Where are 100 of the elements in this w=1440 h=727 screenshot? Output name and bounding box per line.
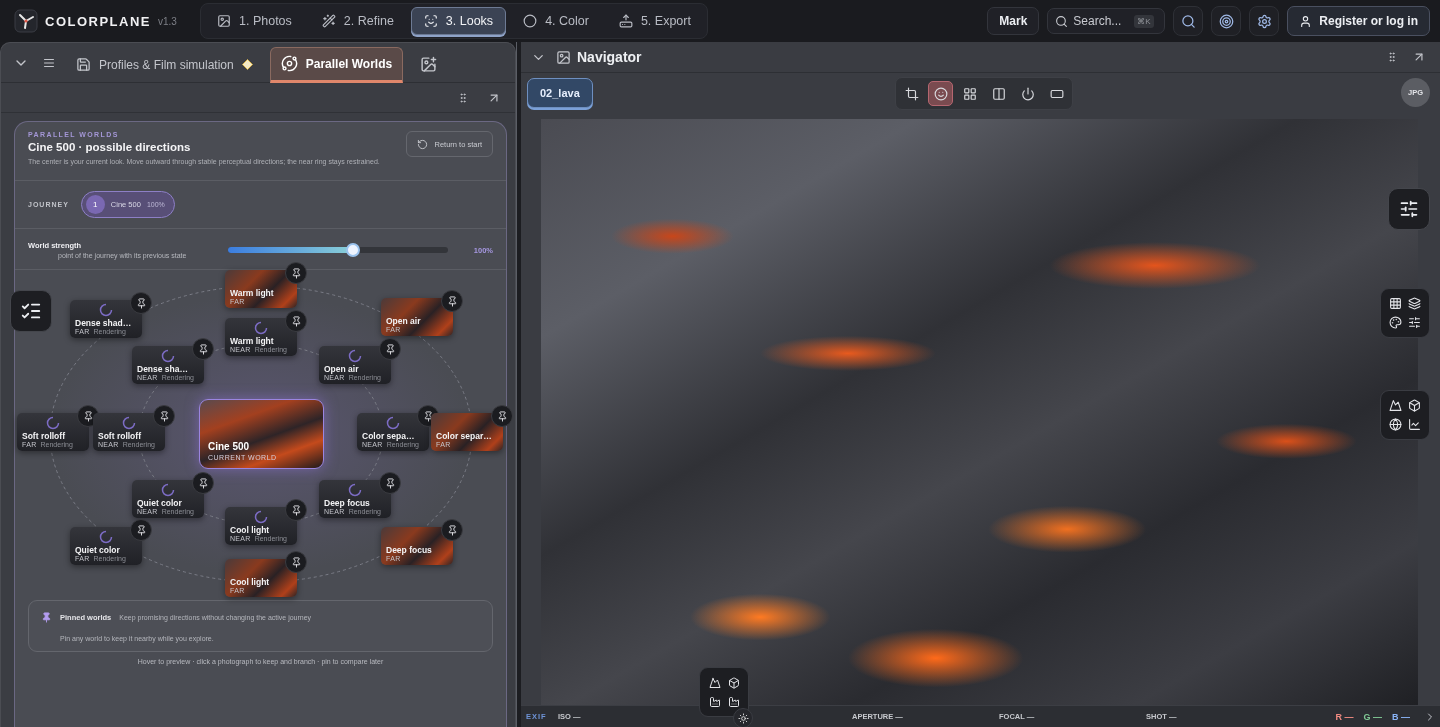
app-name: COLORPLANE [45, 13, 151, 29]
pin-icon [290, 315, 302, 327]
step-tab[interactable]: 5. Export [605, 7, 704, 35]
settings-button[interactable] [1249, 6, 1280, 36]
channel-reading: R — [1335, 711, 1354, 722]
step-tab[interactable]: 3. Looks [410, 7, 507, 35]
palette-button[interactable] [1388, 315, 1403, 330]
wand-icon [321, 14, 336, 28]
grid-icon [962, 86, 977, 101]
diamond-icon [241, 59, 253, 70]
orbit-icon [280, 55, 298, 72]
pin-button[interactable] [285, 310, 307, 333]
grip-icon [1386, 51, 1398, 63]
target-button[interactable] [1211, 6, 1242, 36]
pin-button[interactable] [192, 472, 214, 495]
pin-button[interactable] [130, 292, 152, 315]
pin-icon [446, 295, 458, 307]
pin-button[interactable] [441, 290, 463, 313]
shortcut-hint: ⌘K [1134, 14, 1154, 28]
panel-tab[interactable]: Parallel Worlds [269, 46, 404, 83]
mountain-button[interactable] [707, 675, 722, 690]
slider-thumb[interactable] [346, 243, 361, 258]
reset-icon [417, 138, 429, 150]
pin-icon [290, 267, 302, 279]
step-tab[interactable]: 4. Color [510, 7, 602, 35]
dot-icon [523, 14, 538, 28]
pin-icon [158, 410, 170, 422]
power-icon [1020, 86, 1035, 101]
mountain-icon [708, 676, 721, 689]
grip-icon [457, 91, 469, 104]
photo-icon [217, 14, 231, 28]
factory-button[interactable] [726, 694, 741, 709]
pin-icon [82, 410, 94, 422]
search-button[interactable] [1173, 6, 1204, 36]
document-icon [76, 57, 91, 72]
layers-button[interactable] [1407, 296, 1422, 311]
channel-reading: B — [1392, 711, 1410, 722]
pin-button[interactable] [130, 519, 152, 542]
user-button[interactable]: Mark [987, 7, 1040, 35]
target-icon [1218, 13, 1234, 29]
loading-spinner-icon [161, 483, 175, 498]
step-tab[interactable]: 1. Photos [204, 7, 305, 35]
pin-button[interactable] [379, 472, 401, 495]
loading-spinner-icon [348, 349, 362, 364]
loading-spinner-icon [99, 530, 113, 545]
layers-icon [1408, 297, 1421, 310]
pin-icon [384, 477, 396, 489]
loading-spinner-icon [161, 349, 175, 364]
view-tool-button[interactable] [928, 81, 953, 106]
sliders-button[interactable] [1407, 315, 1422, 330]
pin-icon [290, 504, 302, 516]
panel-toggle-button[interactable] [1388, 188, 1430, 230]
pin-icon [384, 343, 396, 355]
search-field[interactable]: Search... ⌘K [1047, 8, 1166, 34]
globe-button[interactable] [1388, 417, 1403, 432]
login-button[interactable]: Register or log in [1287, 6, 1430, 36]
cube-icon [727, 676, 740, 689]
user-icon [1299, 14, 1313, 28]
pin-icon [197, 343, 209, 355]
pin-button[interactable] [441, 519, 463, 542]
step-tab[interactable]: 2. Refine [308, 7, 407, 35]
grid-icon [1389, 297, 1402, 310]
sun-icon [737, 712, 749, 724]
file-tab[interactable]: 02_lava [527, 77, 593, 108]
loading-spinner-icon [386, 416, 400, 431]
cube-button[interactable] [1407, 398, 1422, 413]
pin-icon [135, 297, 147, 309]
checklist-button[interactable] [10, 290, 52, 332]
chart-button[interactable] [1407, 417, 1422, 432]
channel-reading: G — [1363, 711, 1382, 722]
image-icon [556, 49, 571, 65]
pin-button[interactable] [379, 338, 401, 361]
pinwheel-logo [14, 9, 38, 33]
pin-button[interactable] [153, 405, 175, 428]
list-icon [43, 56, 55, 69]
factory-button[interactable] [707, 694, 722, 709]
section-title: Cine 500 · possible directions [28, 141, 192, 153]
pin-icon [135, 524, 147, 536]
pin-icon [197, 477, 209, 489]
pin-button[interactable] [491, 405, 513, 428]
cube-button[interactable] [726, 675, 741, 690]
mountain-icon [1389, 399, 1402, 412]
pin-button[interactable] [192, 338, 214, 361]
tray-icon [618, 14, 633, 28]
cube-icon [1408, 399, 1421, 412]
mountain-button[interactable] [1388, 398, 1403, 413]
sliders-icon [1399, 199, 1419, 219]
search-icon [1180, 13, 1196, 29]
grid-button[interactable] [1388, 296, 1403, 311]
pin-button[interactable] [285, 551, 307, 574]
pin-button[interactable] [285, 262, 307, 285]
navigator-title: Navigator [577, 49, 642, 65]
panel-tab[interactable]: Profiles & Film simulation [65, 46, 264, 83]
search-icon [1055, 14, 1069, 28]
pin-button[interactable] [285, 499, 307, 522]
sliders-icon [1408, 316, 1421, 329]
face-icon [933, 86, 948, 101]
factory-icon [727, 695, 740, 708]
search-input[interactable]: Search... [1073, 14, 1130, 28]
app-version: v1.3 [158, 15, 177, 27]
